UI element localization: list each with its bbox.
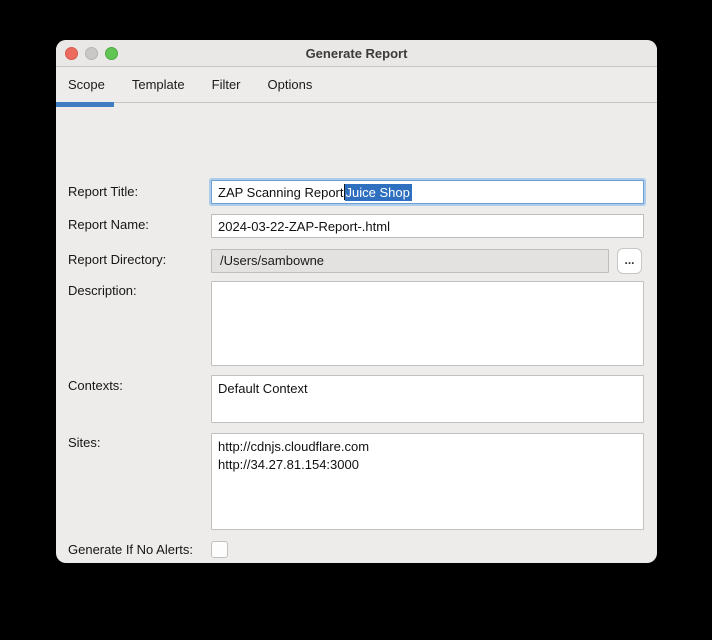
description-label: Description: (68, 283, 137, 298)
generate-if-no-alerts-label: Generate If No Alerts: (68, 542, 194, 557)
sites-label: Sites: (68, 435, 101, 450)
tab-scope[interactable]: Scope (68, 77, 105, 92)
list-item[interactable]: Default Context (218, 380, 637, 398)
tab-template[interactable]: Template (132, 77, 185, 92)
window-title: Generate Report (305, 46, 408, 61)
titlebar[interactable]: Generate Report (56, 40, 657, 67)
report-name-input[interactable] (211, 214, 644, 238)
contexts-label: Contexts: (68, 378, 123, 393)
report-title-input[interactable]: ZAP Scanning Report Juice Shop (211, 180, 644, 204)
scope-tab-panel: Report Title: ZAP Scanning Report Juice … (56, 103, 657, 563)
generate-report-dialog: Generate Report Scope Template Filter Op… (56, 40, 657, 563)
tab-bar: Scope Template Filter Options (56, 67, 657, 107)
report-title-label: Report Title: (68, 184, 139, 199)
report-name-label: Report Name: (68, 217, 149, 232)
report-directory-field[interactable]: /Users/sambowne (211, 249, 609, 273)
sites-list[interactable]: http://cdnjs.cloudflare.com http://34.27… (211, 433, 644, 530)
browse-directory-button[interactable]: ... (617, 248, 642, 274)
description-textarea[interactable] (211, 281, 644, 366)
active-tab-indicator (56, 102, 114, 107)
tab-filter[interactable]: Filter (212, 77, 241, 92)
tab-options[interactable]: Options (268, 77, 313, 92)
report-directory-label: Report Directory: (68, 252, 167, 267)
contexts-list[interactable]: Default Context (211, 375, 644, 423)
report-title-selected-text: Juice Shop (344, 183, 412, 201)
list-item[interactable]: http://cdnjs.cloudflare.com (218, 438, 637, 456)
report-title-text: ZAP Scanning Report (218, 184, 344, 200)
generate-if-no-alerts-checkbox[interactable] (211, 541, 228, 558)
desktop-background: Generate Report Scope Template Filter Op… (0, 0, 712, 640)
list-item[interactable]: http://34.27.81.154:3000 (218, 456, 637, 474)
